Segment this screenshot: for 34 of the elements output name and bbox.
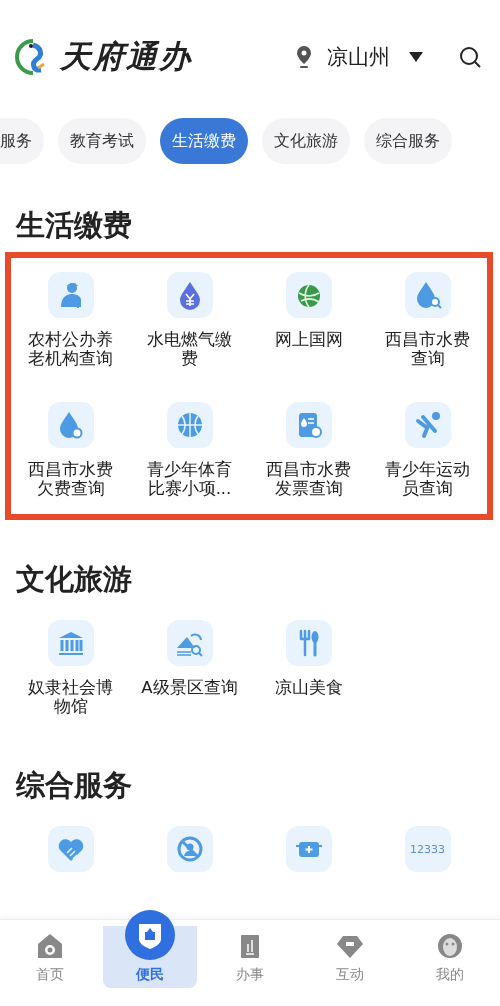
service-item[interactable]: 西昌市水费查询 (368, 272, 487, 368)
category-tab[interactable]: 生活缴费 (160, 118, 248, 164)
location-pin-icon (295, 45, 313, 69)
location-selector[interactable]: 凉山州 (327, 43, 390, 71)
service-item[interactable]: 西昌市水费发票查询 (249, 402, 368, 498)
service-icon-tile[interactable] (166, 826, 213, 872)
nav-tab[interactable]: 我的 (403, 926, 497, 988)
service-item[interactable]: 凉山美食 (249, 620, 368, 716)
house-icon (36, 932, 64, 960)
section-title: 综合服务 (16, 767, 133, 804)
nav-tab[interactable]: 办事 (203, 926, 297, 988)
service-item[interactable]: A级景区查询 (130, 620, 249, 716)
nav-tab[interactable]: 首页 (3, 926, 97, 988)
number-icon: 12333 (410, 842, 445, 856)
service-item[interactable]: 水电燃气缴费 (130, 272, 249, 368)
service-item[interactable]: 农村公办养老机构查询 (11, 272, 130, 368)
category-tab[interactable]: 文化旅游 (262, 118, 350, 164)
service-icon-tile[interactable] (285, 826, 332, 872)
service-item[interactable]: 网上国网 (249, 272, 368, 368)
service-item[interactable]: 西昌市水费欠费查询 (11, 402, 130, 498)
category-tab[interactable]: 综合服务 (364, 118, 452, 164)
mask-icon (436, 932, 464, 960)
service-item[interactable]: 奴隶社会博物馆 (11, 620, 130, 716)
service-item[interactable]: 青少年体育比赛小项... (130, 402, 249, 498)
nav-tab[interactable]: 互动 (303, 926, 397, 988)
app-name: 天府通办 (60, 37, 192, 76)
section-title: 文化旅游 (16, 561, 133, 598)
service-icon-tile[interactable] (47, 826, 94, 872)
caret-icon (408, 51, 424, 63)
section-title: 生活缴费 (16, 207, 133, 244)
search-icon[interactable] (458, 45, 482, 69)
service-item[interactable]: 青少年运动员查询 (368, 402, 487, 498)
category-tab[interactable]: 教育考试 (58, 118, 146, 164)
category-tab[interactable]: 服务 (0, 118, 44, 164)
